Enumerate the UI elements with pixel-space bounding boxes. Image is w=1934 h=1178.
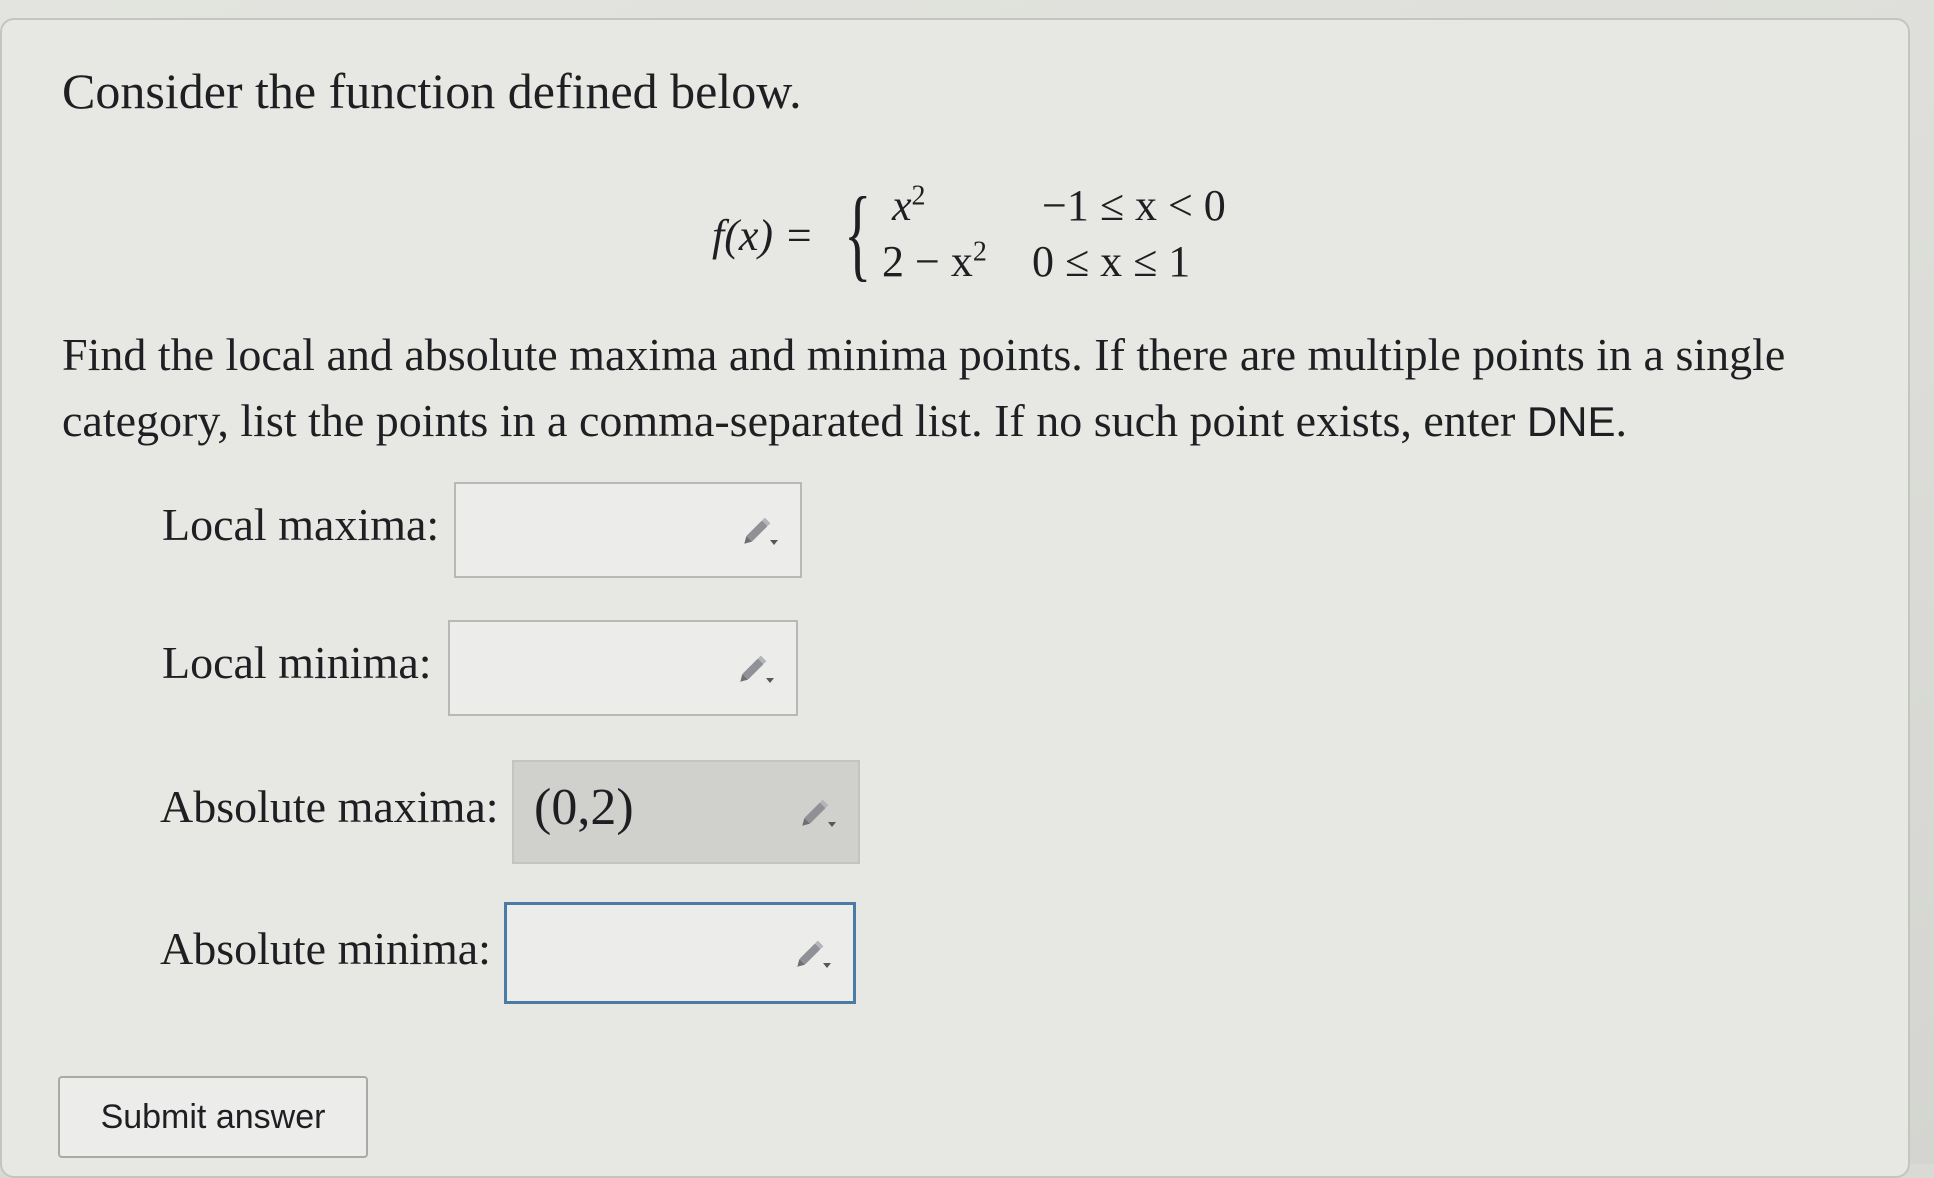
piecewise-formula: f(x) = { x2 −1 ≤ x < 0 2 − x2 0 ≤ x ≤ 1 <box>702 176 1262 300</box>
question-instructions: Find the local and absolute maxima and m… <box>62 322 1802 455</box>
pencil-icon[interactable] <box>800 794 838 832</box>
formula-piece1-condition: −1 ≤ x < 0 <box>1042 181 1226 230</box>
absolute-minima-input[interactable] <box>504 902 856 1004</box>
question-card: Consider the function defined below. f(x… <box>0 18 1910 1178</box>
formula-piece2-expression: 2 − x2 <box>882 236 987 286</box>
formula-lhs: f(x) = <box>712 211 814 260</box>
instructions-period: . <box>1615 395 1628 446</box>
local-minima-input[interactable] <box>448 620 798 716</box>
formula-piece2-condition: 0 ≤ x ≤ 1 <box>1032 237 1191 286</box>
absolute-maxima-label: Absolute maxima: <box>160 781 499 832</box>
absolute-maxima-input[interactable]: (0,2) <box>512 760 860 864</box>
question-intro: Consider the function defined below. <box>62 63 802 119</box>
local-maxima-input[interactable] <box>454 482 802 578</box>
formula-piece1-expression: x2 <box>892 180 926 230</box>
absolute-maxima-value: (0,2) <box>534 779 634 836</box>
pencil-icon[interactable] <box>738 650 776 688</box>
absolute-minima-label: Absolute minima: <box>160 923 491 974</box>
pencil-icon[interactable] <box>795 935 833 973</box>
screen: Consider the function defined below. f(x… <box>0 0 1934 1178</box>
submit-answer-button[interactable]: Submit answer <box>58 1076 368 1158</box>
formula-brace: { <box>844 176 872 291</box>
pencil-icon[interactable] <box>742 512 780 550</box>
dne-keyword: DNE <box>1526 398 1616 445</box>
local-minima-label: Local minima: <box>162 637 432 688</box>
local-maxima-label: Local maxima: <box>162 499 440 550</box>
